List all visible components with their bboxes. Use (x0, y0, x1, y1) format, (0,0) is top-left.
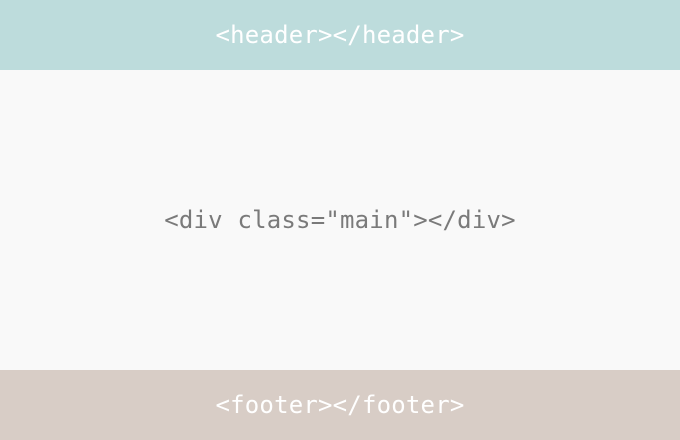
footer-label: <footer></footer> (215, 391, 465, 419)
main-block: <div class="main"></div> (0, 70, 680, 370)
layout-diagram: <header></header> <div class="main"></di… (0, 0, 680, 440)
main-label: <div class="main"></div> (164, 206, 516, 234)
footer-block: <footer></footer> (0, 370, 680, 440)
header-label: <header></header> (215, 21, 465, 49)
header-block: <header></header> (0, 0, 680, 70)
